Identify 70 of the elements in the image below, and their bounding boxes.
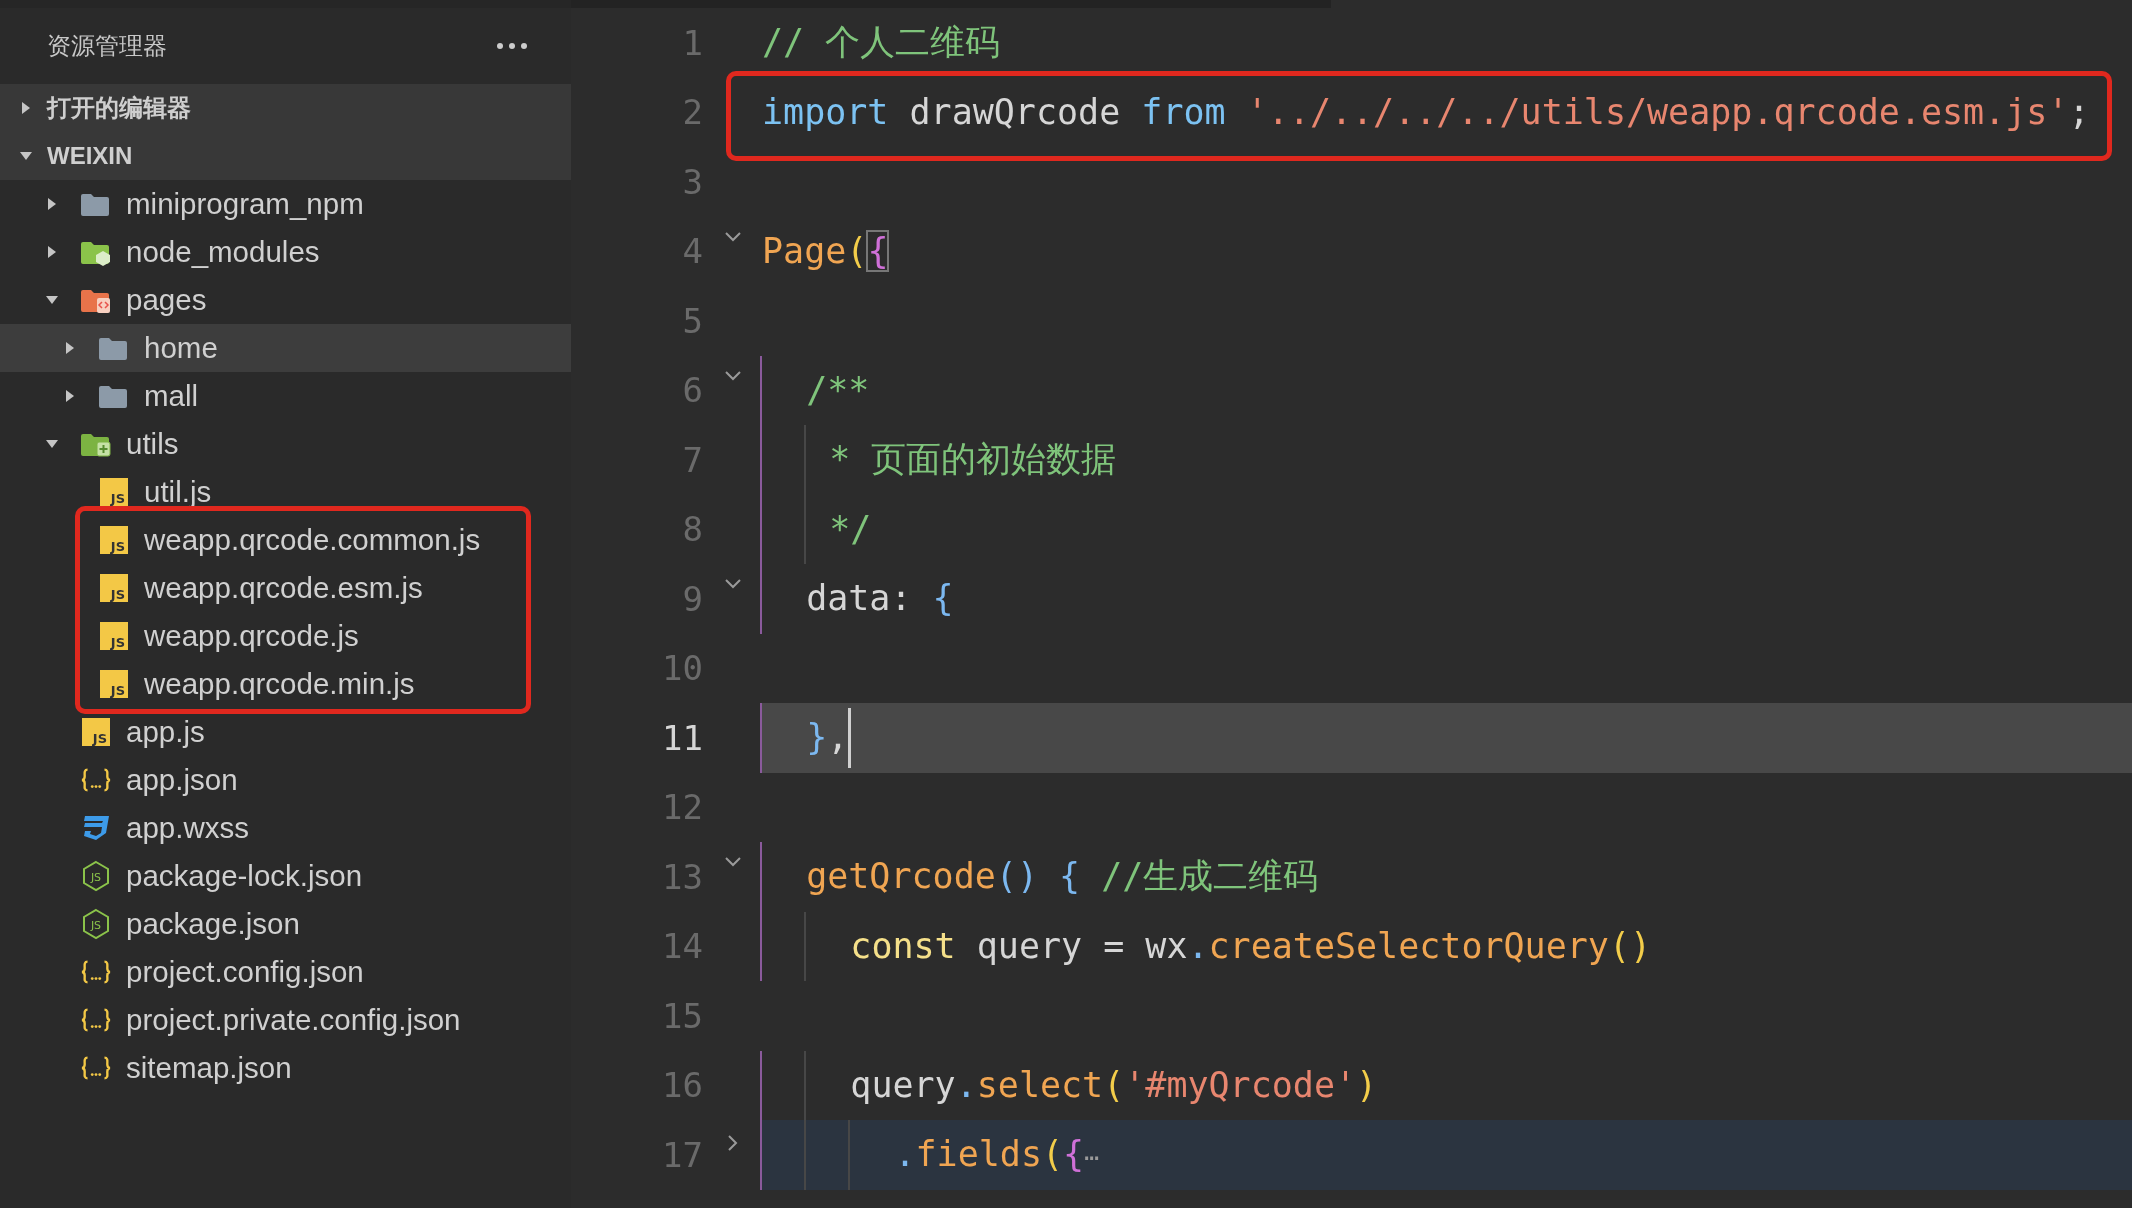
- js-file-icon: JS: [100, 622, 128, 650]
- tree-item[interactable]: node_modules: [0, 228, 571, 276]
- js-file-icon: JS: [100, 526, 128, 554]
- line-number: 10: [661, 647, 703, 691]
- more-icon[interactable]: [495, 41, 529, 51]
- braces-icon: [80, 1006, 112, 1034]
- braces-icon: [80, 1054, 112, 1082]
- line-number: 8: [681, 508, 703, 552]
- code-text: Page({: [762, 229, 889, 273]
- tree-item[interactable]: app.json: [0, 756, 571, 804]
- tree-item[interactable]: project.config.json: [0, 948, 571, 996]
- line-number: 9: [681, 577, 703, 621]
- hexagon-icon: JS: [81, 860, 111, 892]
- line-number: 15: [661, 994, 703, 1038]
- tree-item[interactable]: JS weapp.qrcode.js: [0, 612, 571, 660]
- tree-item[interactable]: JS package-lock.json: [0, 852, 571, 900]
- tree-item[interactable]: utils: [0, 420, 571, 468]
- tree-item[interactable]: JS weapp.qrcode.common.js: [0, 516, 571, 564]
- code-text: /**: [762, 355, 870, 425]
- tree-item[interactable]: pages: [0, 276, 571, 324]
- tree-item[interactable]: mall: [0, 372, 571, 420]
- line-number: 7: [681, 438, 703, 482]
- code-text: * 页面的初始数据: [762, 425, 1117, 495]
- js-file-icon: JS: [100, 670, 128, 698]
- js-file-icon: JS: [100, 478, 128, 506]
- code-text: .fields({⋯: [762, 1120, 1099, 1190]
- tree-item[interactable]: miniprogram_npm: [0, 180, 571, 228]
- panel-title: 资源管理器: [47, 31, 167, 61]
- hexagon-icon: JS: [81, 908, 111, 940]
- tree-item[interactable]: JS package.json: [0, 900, 571, 948]
- line-number: 3: [681, 160, 703, 204]
- line-number: 12: [661, 786, 703, 830]
- line-number: 14: [661, 925, 703, 969]
- tree-item[interactable]: JS weapp.qrcode.esm.js: [0, 564, 571, 612]
- code-text: getQrcode() { //生成二维码: [762, 842, 1319, 912]
- line-number: 5: [681, 299, 703, 343]
- braces-icon: [80, 958, 112, 986]
- chevron-down-icon[interactable]: [723, 369, 742, 382]
- line-number: 4: [681, 230, 703, 274]
- text-cursor: [848, 707, 852, 768]
- section-header[interactable]: 打开的编辑器: [0, 84, 571, 132]
- chevron-right-icon[interactable]: [726, 1134, 739, 1152]
- tree-item[interactable]: sitemap.json: [0, 1044, 571, 1092]
- code-text: // 个人二维码: [762, 21, 1001, 64]
- chevron-down-icon[interactable]: [723, 578, 742, 590]
- chevron-down-icon[interactable]: [723, 230, 742, 243]
- line-number: 1: [681, 21, 703, 65]
- braces-icon: [80, 766, 112, 794]
- js-file-icon: JS: [100, 574, 128, 602]
- line-number: 13: [661, 855, 703, 899]
- line-number: 16: [661, 1064, 703, 1108]
- code-text: const query = wx.createSelectorQuery(): [762, 911, 1652, 981]
- line-number: 17: [661, 1133, 703, 1177]
- css-file-icon: [81, 814, 111, 842]
- tree-item[interactable]: JS weapp.qrcode.min.js: [0, 660, 571, 708]
- tree-item[interactable]: JS util.js: [0, 468, 571, 516]
- js-file-icon: JS: [82, 718, 110, 746]
- tree-item[interactable]: project.private.config.json: [0, 996, 571, 1044]
- line-number: 2: [681, 91, 703, 135]
- line-number: 11: [661, 716, 703, 760]
- chevron-down-icon[interactable]: [723, 856, 742, 868]
- code-text: */: [762, 494, 872, 564]
- tree-item[interactable]: JS app.js: [0, 708, 571, 756]
- code-text: },: [762, 703, 849, 773]
- tree-item[interactable]: app.wxss: [0, 804, 571, 852]
- code-text: import drawQrcode from '../../../../utils/weapp.qrcode.esm.js';: [762, 90, 2090, 134]
- section-header[interactable]: WEIXIN: [0, 132, 571, 180]
- tree-item[interactable]: home: [0, 324, 571, 372]
- code-text: data: {: [762, 564, 954, 634]
- line-number: 6: [681, 369, 703, 413]
